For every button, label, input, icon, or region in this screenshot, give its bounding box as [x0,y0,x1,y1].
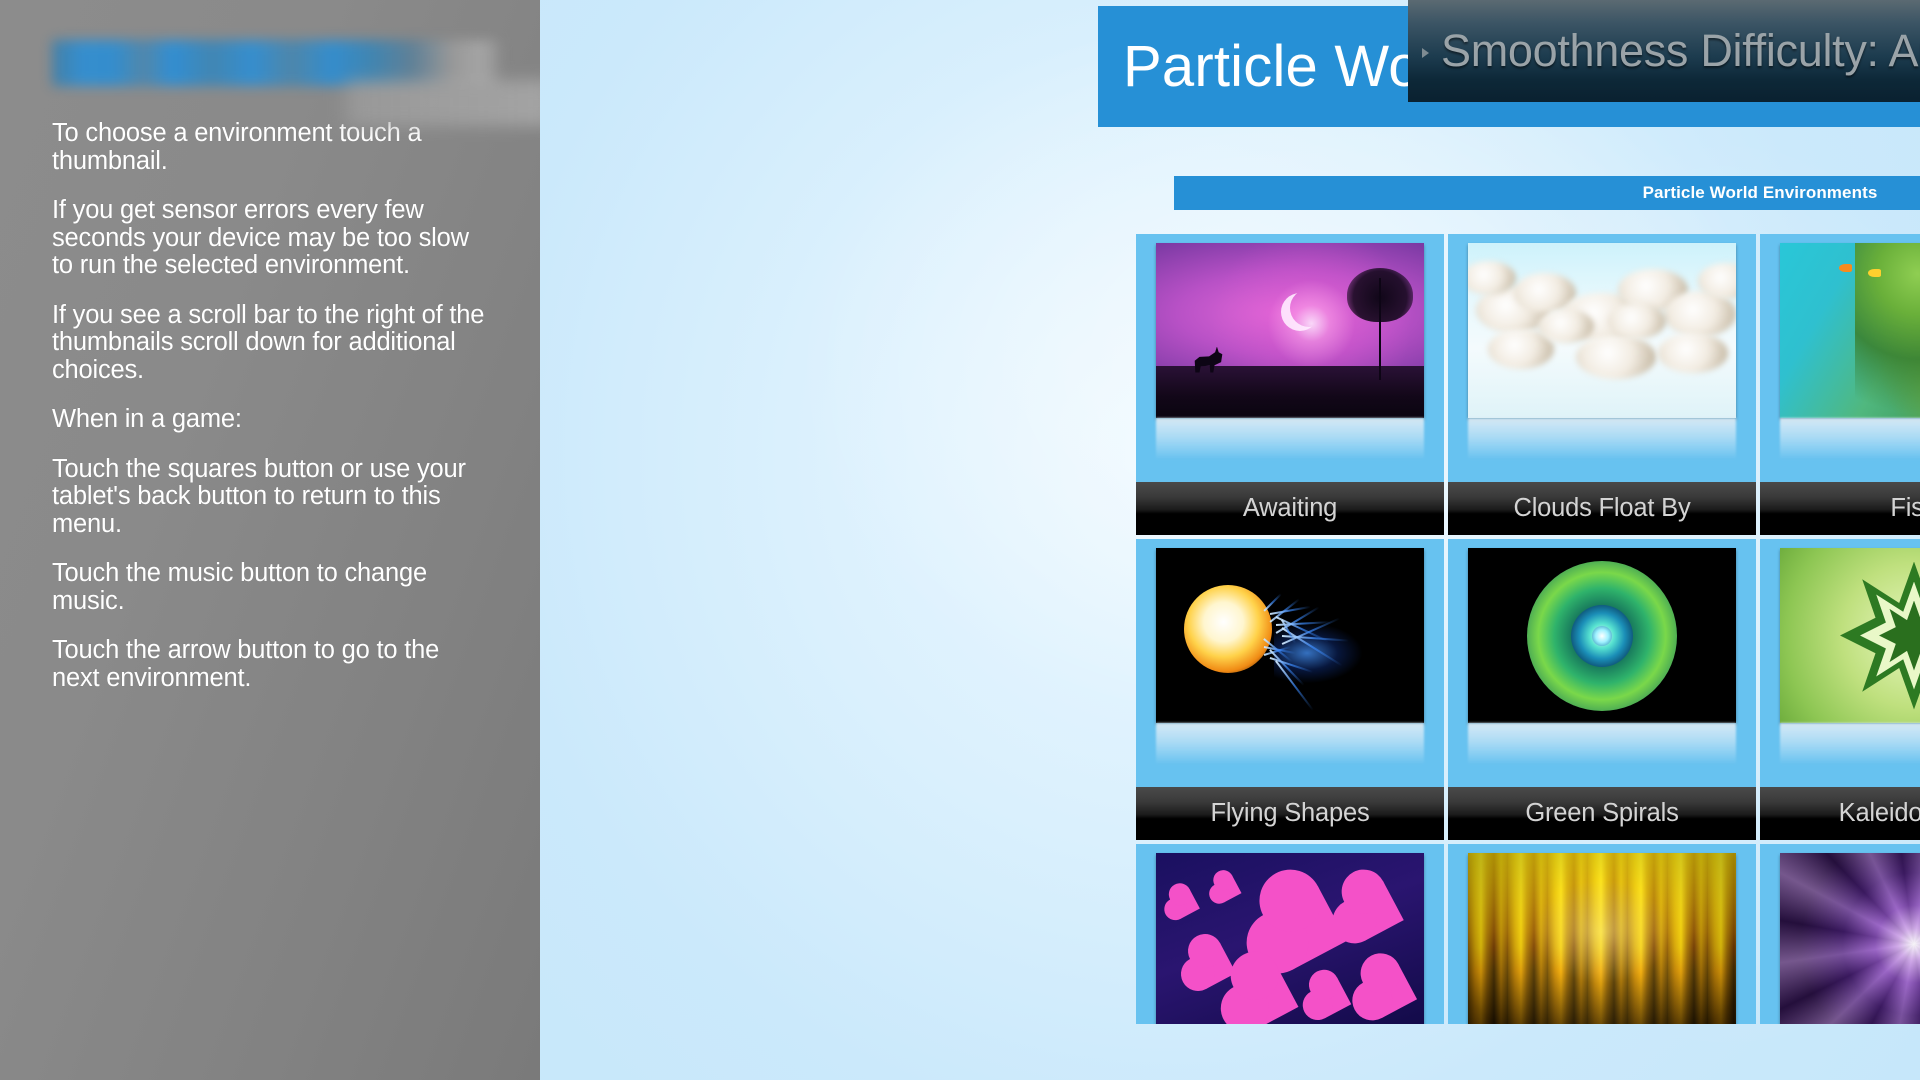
thumbnail-reflection [1468,723,1736,765]
thumbnail-image-plasma [1780,853,1920,1024]
instructions-sidebar: To choose a environment touch a thumbnai… [0,0,540,1080]
thumbnail-image-fish [1780,243,1920,418]
tile-label: Fish [1890,494,1920,522]
environment-tile-awaiting[interactable]: Awaiting [1136,234,1444,535]
thumbnail-reflection [1780,723,1920,765]
thumbnail-area [1760,844,1920,1024]
smoothness-difficulty-label: Smoothness Difficulty: Auto [1441,25,1920,76]
environment-tile-hearts[interactable] [1136,844,1444,1024]
instruction-line-6: Touch the music button to change music. [52,559,427,615]
thumbnail-area [1136,539,1444,787]
blurred-app-title [52,40,500,86]
instruction-line-4: When in a game: [52,405,242,434]
thumbnail-image-hearts [1156,853,1424,1024]
thumbnail-reflection [1156,723,1424,765]
thumbnail-area [1136,234,1444,482]
environment-tile-clouds-float-by[interactable]: Clouds Float By [1448,234,1756,535]
environment-tile-plasma[interactable] [1760,844,1920,1024]
instruction-line-1: To choose a environment touch a thumbnai… [52,119,422,175]
smoothness-difficulty-overlay[interactable]: Smoothness Difficulty: Auto [1408,0,1920,102]
instruction-line-3: If you see a scroll bar to the right of … [52,300,485,384]
environments-banner: Particle World Environments [1174,176,1920,210]
tile-label-bar: Green Spirals [1448,787,1756,840]
thumbnail-image-green-spirals [1468,548,1736,723]
thumbnail-area [1760,539,1920,787]
thumbnail-area [1760,234,1920,482]
thumbnail-image-kaleidoscope [1780,548,1920,723]
thumbnail-grid: Awaiting Clouds Float By Fis Flying Shap… [1136,234,1920,1024]
instruction-line-7: Touch the arrow button to go to the next… [52,636,440,692]
thumbnail-area [1136,844,1444,1024]
thumbnail-reflection [1468,418,1736,460]
environment-tile-flying-shapes[interactable]: Flying Shapes [1136,539,1444,840]
thumbnail-image-awaiting [1156,243,1424,418]
thumbnail-image-forest [1468,853,1736,1024]
thumbnail-area [1448,539,1756,787]
tile-label: Awaiting [1242,494,1338,522]
instruction-line-2: If you get sensor errors every few secon… [52,196,469,280]
tile-label: Flying Shapes [1210,799,1370,827]
thumbnail-reflection [1156,418,1424,460]
environment-tile-kaleidoscope[interactable]: Kaleidoscope [1760,539,1920,840]
thumbnail-reflection [1780,418,1920,460]
environment-tile-fish[interactable]: Fish [1760,234,1920,535]
thumbnail-image-flying-shapes [1156,548,1424,723]
environment-chooser-panel: Particle World Particle World Environmen… [540,0,1920,1080]
tile-label-bar: Awaiting [1136,482,1444,535]
environment-tile-forest[interactable] [1448,844,1756,1024]
thumbnail-image-clouds [1468,243,1736,418]
app-root: To choose a environment touch a thumbnai… [0,0,1920,1080]
environments-banner-label: Particle World Environments [1642,183,1878,202]
tile-label: Green Spirals [1525,799,1679,827]
thumbnail-grid-viewport[interactable]: Awaiting Clouds Float By Fis Flying Shap… [1136,234,1920,1024]
tile-label: Clouds Float By [1513,494,1691,522]
thumbnail-area [1448,844,1756,1024]
thumbnail-area [1448,234,1756,482]
tile-label-bar: Fish [1760,482,1920,535]
tile-label-bar: Flying Shapes [1136,787,1444,840]
instruction-line-5: Touch the squares button or use your tab… [52,454,466,538]
triangle-right-icon [1422,48,1429,58]
tile-label-bar: Kaleidoscope [1760,787,1920,840]
environment-tile-green-spirals[interactable]: Green Spirals [1448,539,1756,840]
tile-label: Kaleidoscope [1838,799,1920,827]
tile-label-bar: Clouds Float By [1448,482,1756,535]
